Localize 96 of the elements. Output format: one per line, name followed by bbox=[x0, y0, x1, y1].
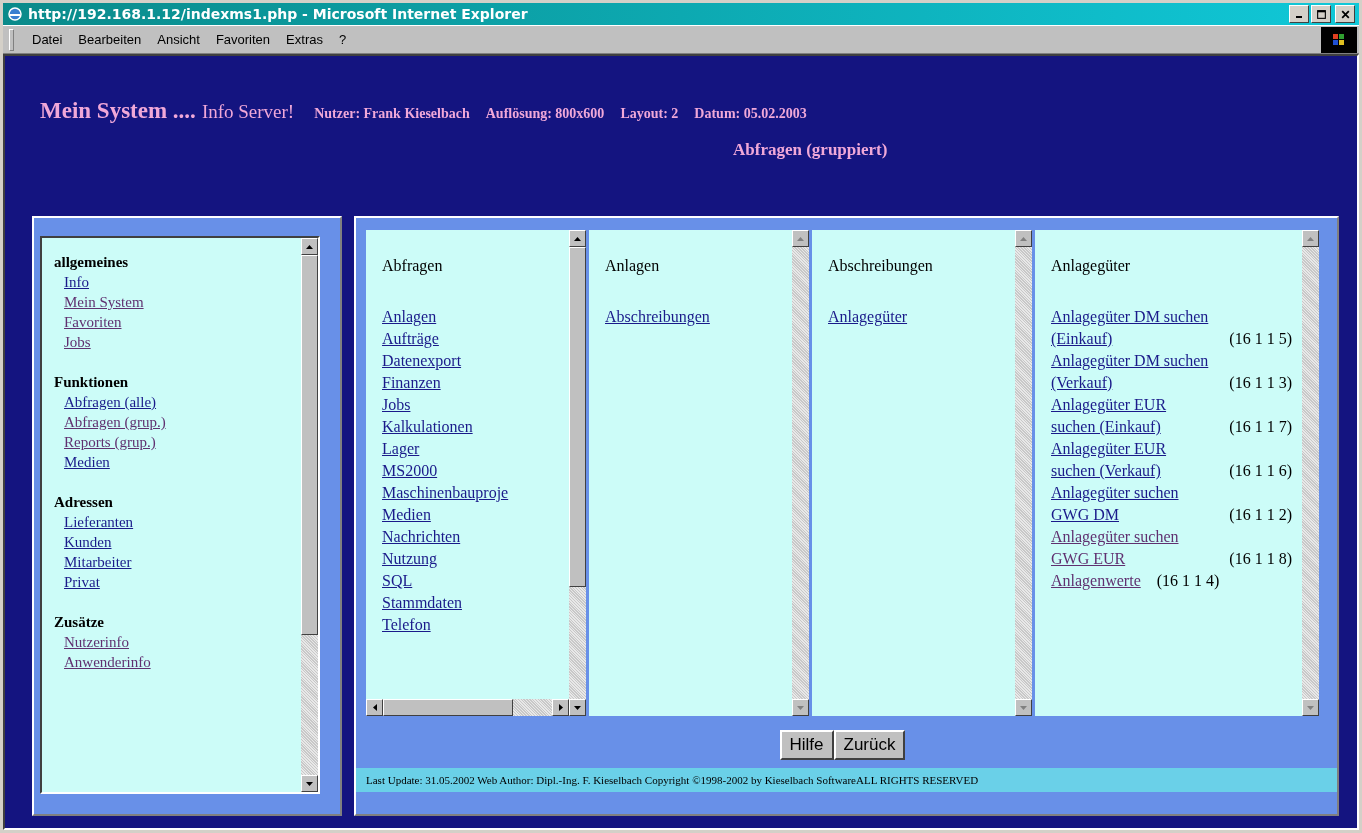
minimize-button[interactable] bbox=[1289, 5, 1309, 23]
query-link[interactable]: Anlagegüter suchen GWG DM bbox=[1051, 482, 1214, 526]
query-code: (16 1 1 8) bbox=[1229, 549, 1292, 570]
query-link[interactable]: Kalkulationen bbox=[382, 416, 473, 438]
vertical-scrollbar[interactable] bbox=[792, 230, 809, 716]
close-button[interactable] bbox=[1335, 5, 1355, 23]
scroll-right-icon bbox=[558, 704, 563, 711]
query-code: (16 1 1 3) bbox=[1229, 373, 1292, 394]
nav-link[interactable]: Kunden bbox=[64, 532, 112, 552]
query-link[interactable]: Nachrichten bbox=[382, 526, 461, 548]
query-link[interactable]: Telefon bbox=[382, 614, 431, 636]
close-icon bbox=[1339, 8, 1351, 20]
query-link[interactable]: Lager bbox=[382, 438, 420, 460]
form-button[interactable]: Hilfe bbox=[779, 730, 834, 760]
section-heading: Adressen bbox=[54, 493, 113, 512]
query-code: (16 1 1 4) bbox=[1156, 571, 1220, 592]
scroll-down-icon bbox=[306, 781, 313, 786]
query-link[interactable]: Anlagegüter DM suchen (Einkauf) bbox=[1051, 306, 1214, 350]
menu-item[interactable]: ? bbox=[330, 32, 355, 47]
section-heading: allgemeines bbox=[54, 253, 129, 272]
nav-link[interactable]: Mitarbeiter bbox=[64, 552, 132, 572]
query-link[interactable]: Anlagegüter DM suchen (Verkauf) bbox=[1051, 350, 1214, 394]
query-link[interactable]: Anlagegüter EUR suchen (Verkauf) bbox=[1051, 438, 1214, 482]
query-code: (16 1 1 5) bbox=[1229, 329, 1292, 350]
query-link[interactable]: Anlagenwerte bbox=[1051, 570, 1141, 592]
scroll-up-icon bbox=[797, 236, 804, 241]
query-code: (16 1 1 7) bbox=[1229, 417, 1292, 438]
page-title: Abfragen (gruppiert) bbox=[733, 140, 888, 159]
query-link[interactable]: Anlagegüter bbox=[828, 306, 908, 328]
query-link[interactable]: SQL bbox=[382, 570, 413, 592]
nav-link[interactable]: Reports (grup.) bbox=[64, 432, 156, 452]
menu-item[interactable]: Ansicht bbox=[149, 32, 208, 47]
horizontal-scrollbar[interactable] bbox=[366, 699, 569, 716]
menu-item[interactable]: Extras bbox=[278, 32, 331, 47]
menu-item[interactable]: Bearbeiten bbox=[70, 32, 150, 47]
query-link[interactable]: Nutzung bbox=[382, 548, 438, 570]
nav-link[interactable]: Abfragen (alle) bbox=[64, 392, 157, 412]
query-code: (16 1 1 2) bbox=[1229, 505, 1292, 526]
query-link[interactable]: Maschinenbauproje bbox=[382, 482, 509, 504]
query-link[interactable]: Anlagegüter suchen GWG EUR bbox=[1051, 526, 1214, 570]
scroll-up-icon bbox=[1020, 236, 1027, 241]
header-info: Nutzer: Frank Kieselbach bbox=[314, 106, 470, 122]
scroll-up-icon bbox=[574, 236, 581, 241]
nav-link[interactable]: Favoriten bbox=[64, 312, 122, 332]
maximize-icon bbox=[1315, 8, 1327, 20]
nav-link[interactable]: Medien bbox=[64, 452, 110, 472]
scroll-down-icon bbox=[797, 705, 804, 710]
query-code: (16 1 1 6) bbox=[1229, 461, 1292, 482]
nav-link[interactable]: Privat bbox=[64, 572, 100, 592]
header-info: Layout: 2 bbox=[620, 106, 679, 122]
menu-item[interactable]: Favoriten bbox=[207, 32, 279, 47]
section-heading: Zusätze bbox=[54, 613, 104, 632]
query-link[interactable]: Abschreibungen bbox=[605, 306, 710, 328]
scroll-down-icon bbox=[574, 705, 581, 710]
scroll-down-icon bbox=[1307, 705, 1314, 710]
section-heading: Funktionen bbox=[54, 373, 129, 392]
minimize-icon bbox=[1296, 16, 1302, 18]
query-link[interactable]: Jobs bbox=[382, 394, 411, 416]
vertical-scrollbar[interactable] bbox=[569, 230, 586, 716]
query-link[interactable]: Datenexport bbox=[382, 350, 462, 372]
vertical-scrollbar[interactable] bbox=[1015, 230, 1032, 716]
header-info: Datum: 05.02.2003 bbox=[694, 106, 807, 122]
scroll-up-icon bbox=[306, 244, 313, 249]
query-link[interactable]: Anlagegüter EUR suchen (Einkauf) bbox=[1051, 394, 1214, 438]
windows-logo-icon bbox=[1321, 26, 1357, 53]
column-heading: Abfragen bbox=[382, 256, 444, 276]
nav-link[interactable]: Info bbox=[64, 272, 89, 292]
vertical-scrollbar[interactable] bbox=[301, 238, 318, 792]
maximize-button[interactable] bbox=[1311, 5, 1331, 23]
query-link[interactable]: Stammdaten bbox=[382, 592, 462, 614]
scroll-down-icon bbox=[1020, 705, 1027, 710]
scroll-up-icon bbox=[1307, 236, 1314, 241]
query-link[interactable]: Finanzen bbox=[382, 372, 441, 394]
column-heading: Abschreibungen bbox=[828, 256, 934, 276]
column-heading: Anlagegüter bbox=[1051, 256, 1132, 276]
window-title: http://192.168.1.12/indexms1.php - Microsoft Internet Explorer bbox=[28, 6, 529, 22]
scroll-left-icon bbox=[372, 704, 377, 711]
globe-icon bbox=[7, 6, 23, 22]
footer-text: Last Update: 31.05.2002 Web Author: Dipl.-Ing. F. Kieselbach Copyright ©1998-2002 by Kieselbach SoftwareALL RIGHTS RESERVED bbox=[356, 768, 1337, 792]
nav-link[interactable]: Abfragen (grup.) bbox=[64, 412, 166, 432]
header-info: Auflösung: 800x600 bbox=[485, 106, 605, 122]
nav-link[interactable]: Nutzerinfo bbox=[64, 632, 129, 652]
form-button[interactable]: Zurück bbox=[833, 730, 906, 760]
query-link[interactable]: Anlagen bbox=[382, 306, 437, 328]
vertical-scrollbar[interactable] bbox=[1302, 230, 1319, 716]
query-link[interactable]: Medien bbox=[382, 504, 431, 526]
site-title: Mein System .... bbox=[40, 98, 196, 124]
menu-item[interactable]: Datei bbox=[24, 32, 71, 47]
query-link[interactable]: MS2000 bbox=[382, 460, 438, 482]
site-subtitle: Info Server! bbox=[201, 101, 295, 123]
nav-link[interactable]: Anwenderinfo bbox=[64, 652, 151, 672]
query-link[interactable]: Aufträge bbox=[382, 328, 439, 350]
nav-link[interactable]: Jobs bbox=[64, 332, 91, 352]
column-heading: Anlagen bbox=[605, 256, 661, 276]
nav-link[interactable]: Lieferanten bbox=[64, 512, 134, 532]
nav-link[interactable]: Mein System bbox=[64, 292, 144, 312]
